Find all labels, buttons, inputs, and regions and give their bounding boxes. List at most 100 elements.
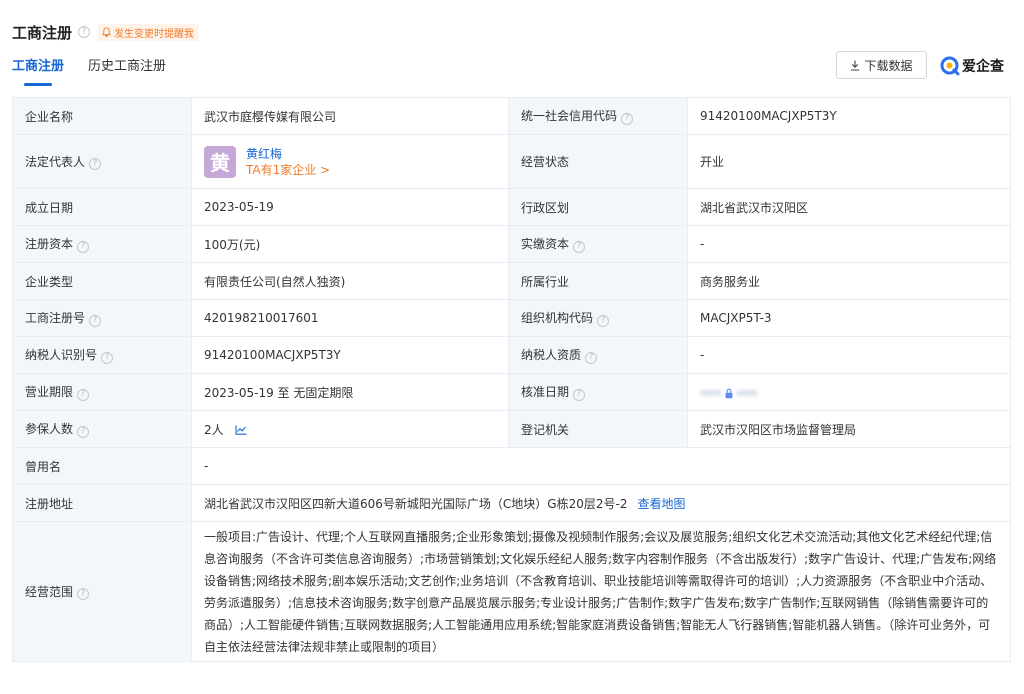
legal-rep-companies-link[interactable]: TA有1家企业 > — [246, 162, 330, 178]
address-value: 湖北省武汉市汉阳区四新大道606号新城阳光国际广场（C地块）G栋20层2号-2 — [204, 496, 628, 511]
blurred-text — [700, 390, 722, 396]
reg-capital-value: 100万(元) — [191, 225, 509, 263]
aiqicha-logo: 爱企查 — [940, 56, 1004, 76]
help-icon[interactable]: ? — [78, 26, 91, 38]
term-value: 2023-05-19 至 无固定期限 — [191, 373, 509, 411]
help-icon[interactable]: ? — [77, 240, 90, 253]
lock-icon — [725, 388, 733, 398]
scope-label: 经营范围 — [25, 584, 74, 599]
region-value: 湖北省武汉市汉阳区 — [687, 188, 1011, 226]
paid-capital-value: - — [687, 225, 1011, 263]
field-label: 核准日期? — [508, 373, 688, 411]
field-label: 曾用名 — [12, 447, 192, 485]
help-icon[interactable]: ? — [77, 388, 90, 401]
founded-value: 2023-05-19 — [191, 188, 509, 226]
reg-number-value: 420198210017601 — [191, 299, 509, 337]
taxpayer-qual-value: - — [687, 336, 1011, 374]
field-label: 企业名称 — [12, 97, 192, 135]
page-title: 工商注册 — [12, 23, 73, 42]
approval-date-value[interactable] — [687, 373, 1011, 411]
help-icon[interactable]: ? — [573, 240, 586, 253]
field-label: 经营状态 — [508, 134, 688, 189]
company-type-value: 有限责任公司(自然人独资) — [191, 262, 509, 300]
table-row: 注册资本? 100万(元) 实缴资本? - — [12, 225, 1011, 263]
bell-icon — [102, 27, 111, 37]
taxpayer-id-label: 纳税人识别号 — [25, 348, 98, 363]
view-map-link[interactable]: 查看地图 — [637, 497, 685, 511]
tab-bar: 工商注册 历史工商注册 — [12, 58, 190, 86]
org-code-label: 组织机构代码 — [521, 311, 594, 326]
reg-capital-label: 注册资本 — [25, 237, 74, 252]
registration-table: 企业名称 武汉市庭樱传媒有限公司 统一社会信用代码? 91420100MACJX… — [12, 97, 1011, 662]
legal-rep-cell: 黄 黄红梅 TA有1家企业 > — [191, 134, 509, 189]
field-label: 参保人数? — [12, 410, 192, 448]
download-label: 下载数据 — [864, 58, 913, 73]
tab-business-registration[interactable]: 工商注册 — [12, 58, 64, 86]
field-label: 纳税人识别号? — [12, 336, 192, 374]
help-icon[interactable]: ? — [89, 158, 102, 171]
field-label: 所属行业 — [508, 262, 688, 300]
status-value: 开业 — [687, 134, 1011, 189]
table-row: 营业期限? 2023-05-19 至 无固定期限 核准日期? — [12, 373, 1011, 411]
logo-text: 爱企查 — [962, 59, 1004, 75]
alert-label: 发生变更时提醒我 — [114, 28, 195, 40]
authority-value: 武汉市汉阳区市场监督管理局 — [687, 410, 1011, 448]
reg-number-label: 工商注册号 — [25, 311, 86, 326]
business-scope-value: 一般项目:广告设计、代理;个人互联网直播服务;企业形象策划;摄像及视频制作服务;… — [191, 521, 1011, 662]
legal-rep-label: 法定代表人 — [25, 154, 86, 169]
tab-history-registration[interactable]: 历史工商注册 — [88, 58, 166, 86]
help-icon[interactable]: ? — [89, 314, 102, 327]
help-icon[interactable]: ? — [585, 351, 598, 364]
field-label: 纳税人资质? — [508, 336, 688, 374]
insured-label: 参保人数 — [25, 422, 74, 437]
approval-date-label: 核准日期 — [521, 385, 570, 400]
section-header: 工商注册 ? 发生变更时提醒我 — [12, 22, 200, 42]
field-label: 实缴资本? — [508, 225, 688, 263]
locked-date[interactable] — [700, 388, 758, 399]
table-row: 工商注册号? 420198210017601 组织机构代码? MACJXP5T-… — [12, 299, 1011, 337]
field-label: 经营范围? — [12, 521, 192, 662]
help-icon[interactable]: ? — [77, 588, 90, 601]
paid-capital-label: 实缴资本 — [521, 237, 570, 252]
address-cell: 湖北省武汉市汉阳区四新大道606号新城阳光国际广场（C地块）G栋20层2号-2 查… — [191, 484, 1011, 522]
blurred-text — [736, 390, 758, 396]
field-label: 行政区划 — [508, 188, 688, 226]
field-label: 法定代表人? — [12, 134, 192, 189]
company-name-value: 武汉市庭樱传媒有限公司 — [191, 97, 509, 135]
table-row: 企业名称 武汉市庭樱传媒有限公司 统一社会信用代码? 91420100MACJX… — [12, 97, 1011, 135]
org-code-value: MACJXP5T-3 — [687, 299, 1011, 337]
aiqicha-logo-icon — [940, 56, 960, 76]
download-icon — [851, 60, 860, 71]
avatar: 黄 — [204, 145, 236, 178]
former-name-value: - — [191, 447, 1011, 485]
table-row: 法定代表人? 黄 黄红梅 TA有1家企业 > 经营状态 开业 — [12, 134, 1011, 189]
field-label: 企业类型 — [12, 262, 192, 300]
table-row: 成立日期 2023-05-19 行政区划 湖北省武汉市汉阳区 — [12, 188, 1011, 226]
table-row: 经营范围? 一般项目:广告设计、代理;个人互联网直播服务;企业形象策划;摄像及视… — [12, 521, 1011, 662]
field-label: 组织机构代码? — [508, 299, 688, 337]
help-icon[interactable]: ? — [77, 425, 90, 438]
insured-cell: 2人 — [191, 410, 509, 448]
help-icon[interactable]: ? — [101, 351, 114, 364]
field-label: 成立日期 — [12, 188, 192, 226]
term-label: 营业期限 — [25, 385, 74, 400]
change-alert-button[interactable]: 发生变更时提醒我 — [98, 23, 200, 41]
help-icon[interactable]: ? — [573, 388, 586, 401]
field-label: 工商注册号? — [12, 299, 192, 337]
legal-rep-name-link[interactable]: 黄红梅 — [246, 146, 330, 162]
insured-value: 2人 — [204, 422, 224, 437]
table-row: 注册地址 湖北省武汉市汉阳区四新大道606号新城阳光国际广场（C地块）G栋20层… — [12, 484, 1011, 522]
help-icon[interactable]: ? — [597, 314, 610, 327]
table-row: 企业类型 有限责任公司(自然人独资) 所属行业 商务服务业 — [12, 262, 1011, 300]
trend-chart-icon[interactable] — [235, 425, 247, 435]
credit-code-label: 统一社会信用代码 — [521, 109, 618, 124]
help-icon[interactable]: ? — [621, 112, 634, 125]
download-data-button[interactable]: 下载数据 — [836, 51, 927, 79]
credit-code-value: 91420100MACJXP5T3Y — [687, 97, 1011, 135]
field-label: 登记机关 — [508, 410, 688, 448]
field-label: 营业期限? — [12, 373, 192, 411]
table-row: 参保人数? 2人 登记机关 武汉市汉阳区市场监督管理局 — [12, 410, 1011, 448]
field-label: 注册地址 — [12, 484, 192, 522]
field-label: 注册资本? — [12, 225, 192, 263]
table-row: 纳税人识别号? 91420100MACJXP5T3Y 纳税人资质? - — [12, 336, 1011, 374]
